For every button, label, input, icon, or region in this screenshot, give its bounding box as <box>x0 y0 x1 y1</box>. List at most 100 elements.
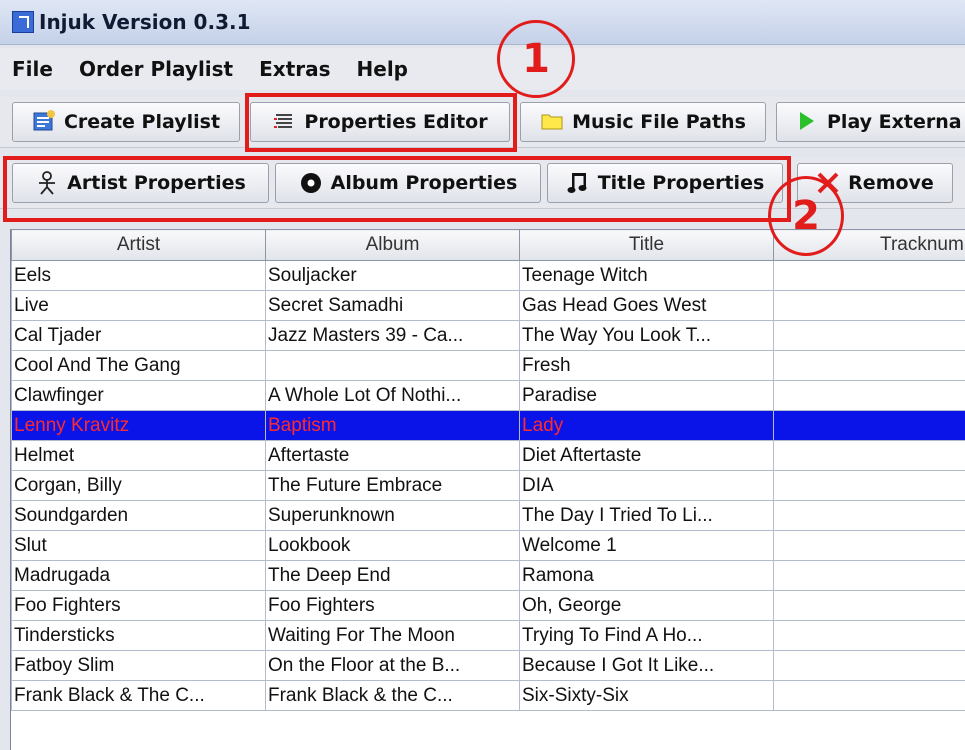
cell-album[interactable]: Lookbook <box>265 530 520 561</box>
folder-icon <box>540 110 564 134</box>
cell-tracknumber[interactable] <box>773 440 965 471</box>
table-row[interactable]: Lenny Kravitz Baptism Lady <box>11 410 965 441</box>
cell-album[interactable]: Jazz Masters 39 - Ca... <box>265 320 520 351</box>
artist-properties-button[interactable]: Artist Properties <box>12 163 269 203</box>
cell-title[interactable]: The Way You Look T... <box>519 320 774 351</box>
cell-title[interactable]: Gas Head Goes West <box>519 290 774 321</box>
cell-album[interactable]: The Deep End <box>265 560 520 591</box>
table-row[interactable]: Soundgarden Superunknown The Day I Tried T… <box>11 500 965 531</box>
column-header-artist[interactable]: Artist <box>11 229 266 261</box>
table-row[interactable]: Madrugada The Deep End Ramona <box>11 560 965 591</box>
cell-tracknumber[interactable] <box>773 350 965 381</box>
cell-album[interactable]: Aftertaste <box>265 440 520 471</box>
table-row[interactable]: Tindersticks Waiting For The Moon Trying T… <box>11 620 965 651</box>
cell-artist[interactable]: Corgan, Billy <box>11 470 266 501</box>
cell-artist[interactable]: Foo Fighters <box>11 590 266 621</box>
cell-artist[interactable]: Soundgarden <box>11 500 266 531</box>
menu-order-playlist[interactable]: Order Playlist <box>79 57 233 81</box>
cell-album[interactable]: Waiting For The Moon <box>265 620 520 651</box>
properties-editor-button[interactable]: Properties Editor <box>250 102 510 142</box>
cell-artist[interactable]: Live <box>11 290 266 321</box>
cell-tracknumber[interactable] <box>773 470 965 501</box>
menu-help[interactable]: Help <box>357 57 408 81</box>
table-row[interactable]: Fatboy Slim On the Floor at the B... Becau… <box>11 650 965 681</box>
play-external-label: Play Externa <box>827 111 962 133</box>
cell-title[interactable]: Six-Sixty-Six <box>519 680 774 711</box>
table-row[interactable]: Eels Souljacker Teenage Witch <box>11 260 965 291</box>
cell-artist[interactable]: Clawfinger <box>11 380 266 411</box>
cell-tracknumber[interactable] <box>773 410 965 441</box>
cell-tracknumber[interactable] <box>773 590 965 621</box>
cell-artist[interactable]: Cool And The Gang <box>11 350 266 381</box>
table-row[interactable]: Foo Fighters Foo Fighters Oh, George <box>11 590 965 621</box>
cell-artist[interactable]: Tindersticks <box>11 620 266 651</box>
cell-title[interactable]: Because I Got It Like... <box>519 650 774 681</box>
list-icon <box>272 110 296 134</box>
cell-tracknumber[interactable] <box>773 380 965 411</box>
table-row[interactable]: Cool And The Gang Fresh <box>11 350 965 381</box>
play-icon <box>795 110 819 134</box>
cell-title[interactable]: Paradise <box>519 380 774 411</box>
cell-title[interactable]: Fresh <box>519 350 774 381</box>
cell-album[interactable] <box>265 350 520 381</box>
cell-album[interactable]: On the Floor at the B... <box>265 650 520 681</box>
cell-tracknumber[interactable] <box>773 560 965 591</box>
cell-tracknumber[interactable] <box>773 530 965 561</box>
cell-album[interactable]: A Whole Lot Of Nothi... <box>265 380 520 411</box>
cell-tracknumber[interactable] <box>773 320 965 351</box>
column-header-album[interactable]: Album <box>265 229 520 261</box>
cell-album[interactable]: Souljacker <box>265 260 520 291</box>
cell-tracknumber[interactable] <box>773 500 965 531</box>
cell-artist[interactable]: Lenny Kravitz <box>11 410 266 441</box>
album-properties-label: Album Properties <box>330 172 518 194</box>
cell-album[interactable]: Frank Black & the C... <box>265 680 520 711</box>
cell-artist[interactable]: Madrugada <box>11 560 266 591</box>
title-bar: Injuk Version 0.3.1 <box>0 0 965 45</box>
table-row[interactable]: Cal Tjader Jazz Masters 39 - Ca... The Way… <box>11 320 965 351</box>
cell-title[interactable]: Ramona <box>519 560 774 591</box>
cell-title[interactable]: DIA <box>519 470 774 501</box>
cell-tracknumber[interactable] <box>773 290 965 321</box>
play-external-button[interactable]: Play Externa <box>776 102 965 142</box>
table-row[interactable]: Corgan, Billy The Future Embrace DIA <box>11 470 965 501</box>
cell-artist[interactable]: Frank Black & The C... <box>11 680 266 711</box>
cell-title[interactable]: Diet Aftertaste <box>519 440 774 471</box>
menu-file[interactable]: File <box>12 57 53 81</box>
album-properties-button[interactable]: Album Properties <box>275 163 541 203</box>
cell-tracknumber[interactable] <box>773 260 965 291</box>
cell-artist[interactable]: Helmet <box>11 440 266 471</box>
disc-icon <box>299 171 323 195</box>
title-properties-label: Title Properties <box>597 172 765 194</box>
music-file-paths-button[interactable]: Music File Paths <box>520 102 766 142</box>
cell-album[interactable]: Foo Fighters <box>265 590 520 621</box>
cell-artist[interactable]: Eels <box>11 260 266 291</box>
cell-album[interactable]: The Future Embrace <box>265 470 520 501</box>
cell-title[interactable]: Trying To Find A Ho... <box>519 620 774 651</box>
annotation-circle-2: 2 <box>768 176 844 256</box>
cell-title[interactable]: Teenage Witch <box>519 260 774 291</box>
music-note-icon <box>566 171 590 195</box>
cell-artist[interactable]: Slut <box>11 530 266 561</box>
table-row[interactable]: Helmet Aftertaste Diet Aftertaste <box>11 440 965 471</box>
cell-album[interactable]: Baptism <box>265 410 520 441</box>
cell-tracknumber[interactable] <box>773 650 965 681</box>
cell-album[interactable]: Superunknown <box>265 500 520 531</box>
cell-title[interactable]: Welcome 1 <box>519 530 774 561</box>
create-playlist-button[interactable]: Create Playlist <box>12 102 240 142</box>
menu-extras[interactable]: Extras <box>259 57 330 81</box>
cell-artist[interactable]: Cal Tjader <box>11 320 266 351</box>
cell-tracknumber[interactable] <box>773 620 965 651</box>
table-row[interactable]: Slut Lookbook Welcome 1 <box>11 530 965 561</box>
cell-album[interactable]: Secret Samadhi <box>265 290 520 321</box>
cell-title[interactable]: Oh, George <box>519 590 774 621</box>
cell-artist[interactable]: Fatboy Slim <box>11 650 266 681</box>
playlist-table[interactable]: Artist Album Title Tracknumbe EelsSoulja… <box>10 229 965 750</box>
table-row[interactable]: Live Secret Samadhi Gas Head Goes West <box>11 290 965 321</box>
table-row[interactable]: Clawfinger A Whole Lot Of Nothi... Paradis… <box>11 380 965 411</box>
cell-tracknumber[interactable] <box>773 680 965 711</box>
title-properties-button[interactable]: Title Properties <box>547 163 783 203</box>
cell-title[interactable]: Lady <box>519 410 774 441</box>
column-header-title[interactable]: Title <box>519 229 774 261</box>
cell-title[interactable]: The Day I Tried To Li... <box>519 500 774 531</box>
table-row[interactable]: Frank Black & The C... Frank Black & the … <box>11 680 965 711</box>
